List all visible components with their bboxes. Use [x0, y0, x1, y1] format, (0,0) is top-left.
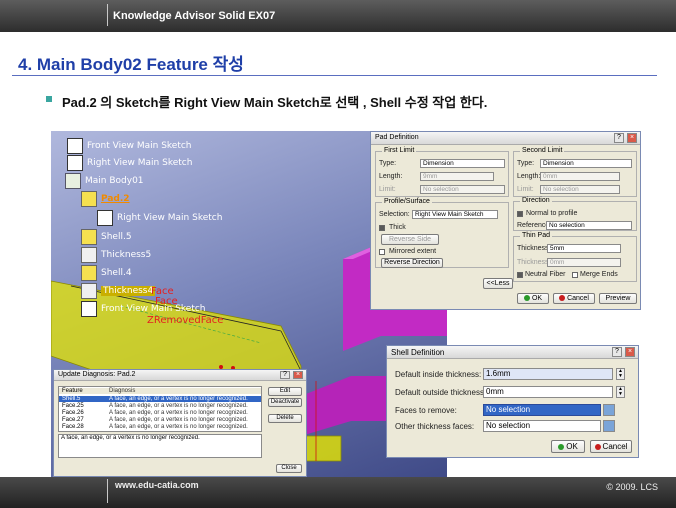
first-limit-group: First Limit Type: Dimension Length: 9mm … [375, 147, 509, 197]
bullet-icon [46, 96, 52, 102]
table-row[interactable]: Shell.5 A face, an edge, or a vertex is … [59, 396, 261, 402]
bullet-text: Pad.2 의 Sketch를 Right View Main Sketch로 … [62, 95, 488, 110]
reverse-side-button[interactable]: Reverse Side [381, 234, 439, 245]
pad-definition-dialog: Pad Definition ? × First Limit Type: Dim… [370, 131, 641, 310]
selection-list-icon[interactable] [603, 404, 615, 416]
thin-pad-group: Thin Pad Thickness1: 5mm Thickness2: 0mm… [513, 232, 637, 282]
mirrored-checkbox[interactable] [379, 249, 385, 255]
tree-item-pad2[interactable]: Pad.2 [81, 190, 130, 207]
deactivate-button[interactable]: Deactivate [268, 398, 302, 407]
first-limit-input[interactable]: No selection [420, 185, 505, 194]
second-length-input[interactable]: 0mm [540, 172, 620, 181]
profile-selection-input[interactable]: Right View Main Sketch [412, 210, 498, 219]
ok-button[interactable]: OK [517, 293, 549, 304]
merge-ends-checkbox[interactable] [572, 272, 578, 278]
dialog-titlebar: Pad Definition ? × [371, 132, 640, 145]
preview-button[interactable]: Preview [599, 293, 637, 304]
close-icon[interactable]: × [293, 371, 303, 379]
tree-item[interactable]: Main Body01 [65, 172, 144, 189]
inside-spinner-icon[interactable]: ▲ ▼ [616, 368, 625, 380]
cancel-button[interactable]: Cancel [590, 440, 632, 453]
header-divider [107, 4, 108, 26]
tree-item[interactable]: Thickness4 [81, 282, 156, 299]
table-row[interactable]: Face.27 A face, an edge, or a vertex is … [59, 417, 261, 423]
second-type-select[interactable]: Dimension [540, 159, 632, 168]
reference-input[interactable]: No selection [546, 221, 632, 230]
header-title: Knowledge Advisor Solid EX07 [113, 10, 276, 22]
dialog-titlebar: Shell Definition ? × [387, 346, 638, 359]
tree-item[interactable]: Right View Main Sketch [67, 154, 192, 171]
thickness1-input[interactable]: 5mm [547, 244, 621, 253]
sketch-icon [67, 137, 83, 154]
tree-item[interactable]: Right View Main Sketch [97, 209, 222, 226]
thick-checkbox[interactable] [379, 225, 385, 231]
body-icon [65, 172, 81, 189]
table-header: Feature Diagnosis [59, 388, 261, 394]
ok-icon [558, 443, 565, 450]
removed-face-label: ZRemovedFace [147, 315, 224, 326]
profile-group: Profile/Surface Selection: Right View Ma… [375, 198, 509, 268]
delete-button[interactable]: Delete [268, 414, 302, 423]
close-button[interactable]: Close [276, 464, 302, 473]
thickness-icon [81, 246, 97, 263]
less-button[interactable]: <<Less [483, 278, 513, 289]
cancel-icon [559, 295, 566, 302]
title-underline [12, 75, 657, 76]
diagnosis-table[interactable]: Feature Diagnosis Shell.5 A face, an edg… [58, 386, 262, 432]
reverse-direction-button[interactable]: Reverse Direction [381, 258, 443, 268]
ok-button[interactable]: OK [551, 440, 585, 453]
first-length-input[interactable]: 9mm [420, 172, 494, 181]
shell-definition-dialog: Shell Definition ? × Default inside thic… [386, 345, 639, 458]
table-row[interactable]: Face.26 A face, an edge, or a vertex is … [59, 410, 261, 416]
footer-divider [107, 479, 108, 503]
sketch-icon [97, 209, 113, 226]
help-icon[interactable]: ? [614, 133, 624, 143]
tree-item[interactable]: Front View Main Sketch [67, 137, 192, 154]
face-label: Face [155, 296, 178, 307]
footer-website: www.edu-catia.com [115, 480, 199, 490]
inside-thickness-input[interactable]: 1.6mm [483, 368, 613, 380]
update-diagnosis-dialog: Update Diagnosis: Pad.2 ? × Feature Diag… [53, 369, 307, 477]
sketch-icon [81, 300, 97, 317]
help-icon[interactable]: ? [612, 347, 622, 357]
close-icon[interactable]: × [625, 347, 635, 357]
shell-icon [81, 264, 97, 281]
thickness2-input[interactable]: 0mm [547, 258, 621, 267]
second-limit-group: Second Limit Type: Dimension Length: 0mm… [513, 147, 637, 197]
selection-list-icon[interactable] [603, 420, 615, 432]
slide-title: 4. Main Body02 Feature 작성 [18, 55, 244, 74]
outside-thickness-input[interactable]: 0mm [483, 386, 613, 398]
tree-item[interactable]: Shell.4 [81, 264, 132, 281]
footer-copyright: © 2009. LCS [606, 482, 658, 492]
normal-to-profile-checkbox[interactable] [517, 211, 523, 217]
cancel-icon [594, 443, 601, 450]
tree-item[interactable]: Shell.5 [81, 228, 132, 245]
second-limit-input[interactable]: No selection [540, 185, 620, 194]
edit-button[interactable]: Edit [268, 387, 302, 396]
direction-group: Direction Normal to profile Reference: N… [513, 197, 637, 231]
first-type-select[interactable]: Dimension [420, 159, 505, 168]
close-icon[interactable]: × [627, 133, 637, 143]
neutral-fiber-checkbox[interactable] [517, 272, 523, 278]
slide: Knowledge Advisor Solid EX07 4. Main Bod… [0, 0, 676, 508]
outside-spinner-icon[interactable]: ▲ ▼ [616, 386, 625, 398]
footer-bar: www.edu-catia.com © 2009. LCS [0, 477, 676, 508]
thickness-icon [81, 282, 97, 299]
table-row[interactable]: Face.28 A face, an edge, or a vertex is … [59, 424, 261, 430]
pad-icon [81, 190, 97, 207]
other-thickness-input[interactable]: No selection [483, 420, 601, 432]
table-row[interactable]: Face.25 A face, an edge, or a vertex is … [59, 403, 261, 409]
diagnosis-message: A face, an edge, or a vertex is no longe… [58, 434, 262, 458]
header-bar: Knowledge Advisor Solid EX07 [0, 0, 676, 32]
shell-icon [81, 228, 97, 245]
dialog-titlebar: Update Diagnosis: Pad.2 ? × [54, 370, 306, 381]
cancel-button[interactable]: Cancel [553, 293, 595, 304]
ok-icon [523, 295, 530, 302]
tree-item[interactable]: Thickness5 [81, 246, 151, 263]
faces-to-remove-input[interactable]: No selection [483, 404, 601, 416]
help-icon[interactable]: ? [280, 371, 290, 379]
sketch-icon [67, 154, 83, 171]
